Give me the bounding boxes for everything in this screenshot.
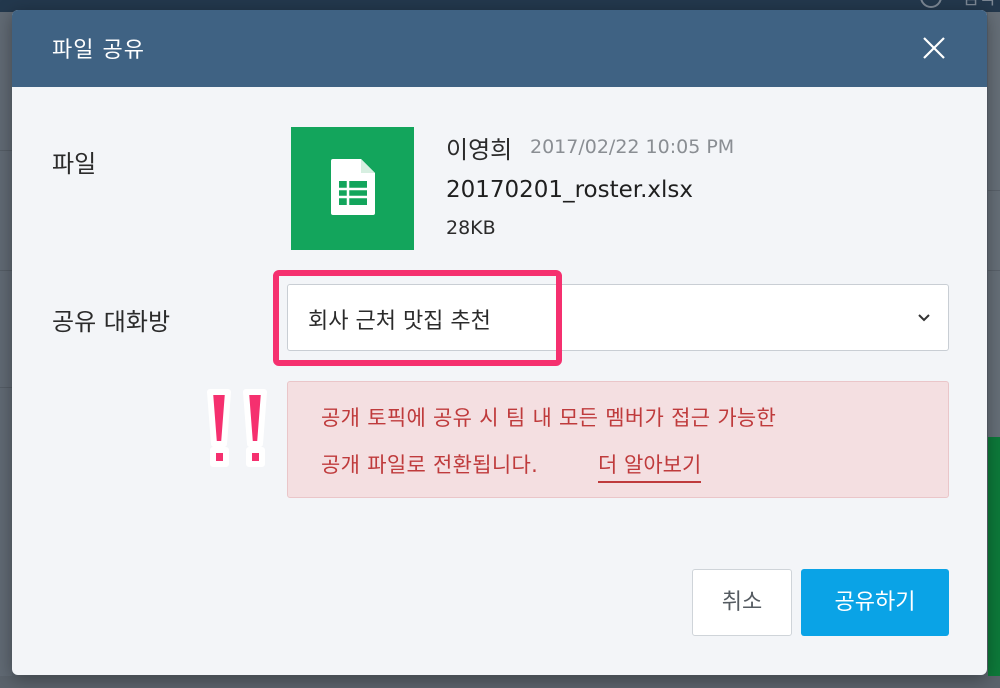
dialog-title: 파일 공유: [52, 38, 145, 63]
chevron-down-icon: [918, 314, 930, 322]
learn-more-link[interactable]: 더 알아보기: [598, 449, 702, 483]
background-divider: [0, 387, 12, 388]
background-divider: [988, 270, 1000, 271]
file-name: 20170201_roster.xlsx: [446, 177, 693, 203]
dialog-header: 파일 공유: [12, 10, 987, 87]
background-search-label: 검색: [962, 0, 995, 10]
background-left-panel: [0, 12, 12, 688]
highlight-annotation-box: [273, 270, 562, 366]
background-right-panel: [988, 12, 1000, 688]
share-button[interactable]: 공유하기: [801, 569, 949, 636]
background-divider: [0, 270, 12, 271]
share-file-dialog: 파일 공유 파일 이영희 2017/02/22 10:05 PM 2017020…: [12, 10, 987, 675]
cancel-button[interactable]: 취소: [692, 569, 792, 636]
background-divider: [0, 150, 12, 151]
background-bottom: [0, 676, 1000, 688]
background-green-panel: [988, 437, 1000, 688]
file-date: 2017/02/22 10:05 PM: [530, 136, 735, 158]
file-size: 28KB: [446, 217, 496, 239]
file-label: 파일: [52, 150, 97, 178]
search-icon: [920, 0, 942, 8]
warning-text-line1: 공개 토픽에 공유 시 팀 내 모든 멤버가 접근 가능한: [321, 406, 777, 430]
close-button[interactable]: [917, 31, 951, 65]
warning-text-line2: 공개 파일로 전환됩니다.: [321, 453, 539, 477]
background-divider: [988, 190, 1000, 191]
double-exclamation-icon: [207, 389, 267, 467]
close-icon: [923, 37, 945, 59]
share-room-label: 공유 대화방: [52, 308, 171, 336]
spreadsheet-icon: [331, 159, 375, 215]
file-owner-name: 이영희: [446, 136, 513, 164]
warning-message-box: 공개 토픽에 공유 시 팀 내 모든 멤버가 접근 가능한 공개 파일로 전환됩…: [287, 381, 949, 498]
file-thumbnail: [291, 127, 414, 250]
